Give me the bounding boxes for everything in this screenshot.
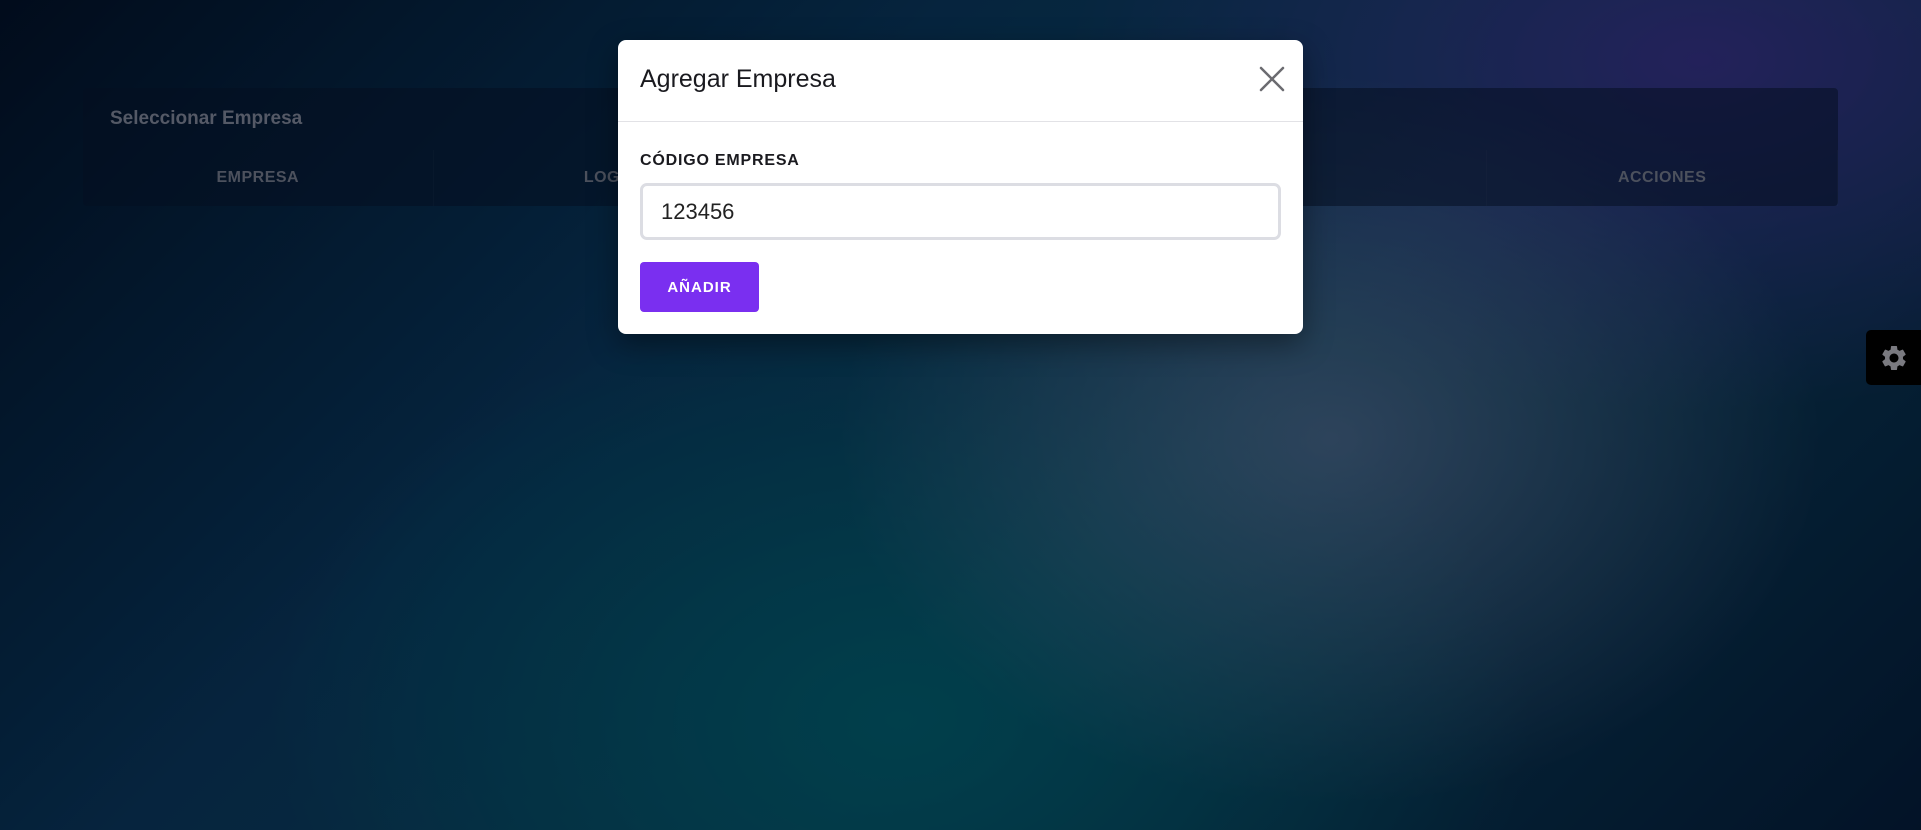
close-button[interactable] <box>1257 64 1287 94</box>
company-code-label: CÓDIGO EMPRESA <box>640 152 800 169</box>
settings-toggle[interactable] <box>1866 330 1921 385</box>
gear-icon <box>1881 345 1906 370</box>
company-code-input[interactable] <box>640 183 1281 240</box>
close-icon <box>1259 66 1285 92</box>
add-company-modal: Agregar Empresa CÓDIGO EMPRESA AÑADIR <box>618 40 1303 334</box>
add-button[interactable]: AÑADIR <box>640 262 759 312</box>
modal-header: Agregar Empresa <box>618 40 1303 122</box>
modal-title: Agregar Empresa <box>640 65 836 93</box>
